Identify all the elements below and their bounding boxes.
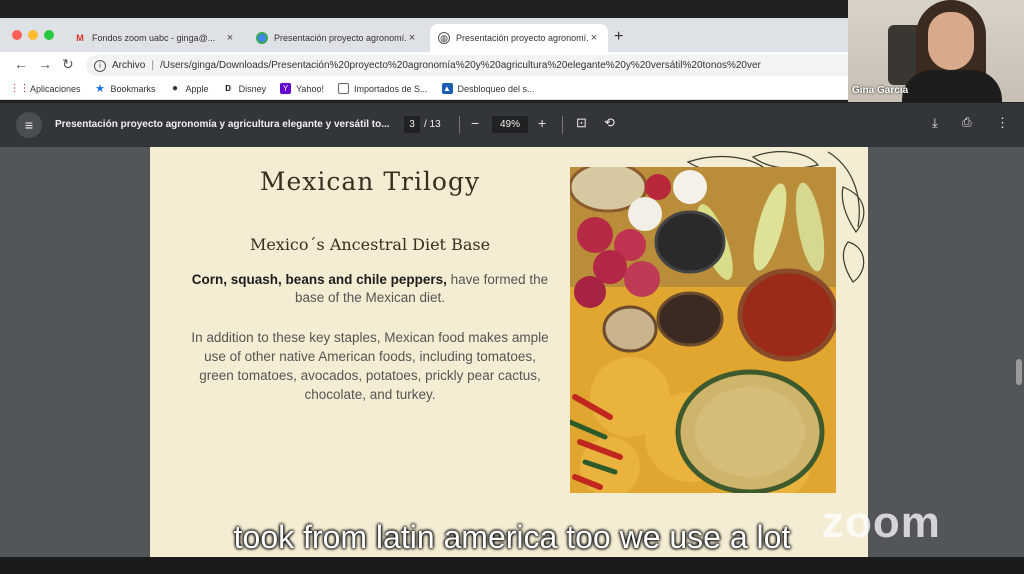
toolbar-divider	[459, 116, 460, 134]
tab-gmail[interactable]: M Fondos zoom uabc - ginga@... ×	[66, 24, 244, 52]
zoom-in-icon[interactable]: +	[538, 115, 546, 131]
vertical-scrollbar[interactable]	[1016, 359, 1022, 385]
bookmark-importados[interactable]: Importados de S...	[337, 83, 428, 94]
bookmark-label: Importados de S...	[353, 83, 428, 94]
bookmark-disney[interactable]: D Disney	[223, 83, 267, 94]
slide-paragraph: In addition to these key staples, Mexica…	[191, 330, 549, 402]
minimize-window-button[interactable]	[28, 30, 38, 40]
live-caption: took from latin america too we use a lot	[233, 519, 791, 555]
star-icon: ★	[95, 83, 105, 95]
address-separator: |	[151, 60, 154, 71]
page-number-input[interactable]: 3	[404, 116, 420, 133]
food-photo	[570, 167, 836, 493]
bookmark-yahoo[interactable]: Y Yahoo!	[280, 83, 324, 94]
lead-bold-text: Corn, squash, beans and chile peppers,	[191, 272, 447, 287]
globe-icon: ◍	[438, 32, 450, 44]
more-options-icon[interactable]: ⋮	[996, 115, 1009, 131]
reload-icon[interactable]: ↻	[62, 56, 74, 73]
zoom-level-input[interactable]: 49%	[492, 116, 528, 133]
pdf-document-area[interactable]: Mexican Trilogy Mexico´s Ancestral Diet …	[0, 147, 1024, 557]
chrome-icon	[256, 32, 268, 44]
bookmark-aplicaciones[interactable]: ⋮⋮ Aplicaciones	[9, 83, 81, 94]
browser-tab-bar: M Fondos zoom uabc - ginga@... × Present…	[0, 18, 848, 52]
address-url: /Users/ginga/Downloads/Presentación%20pr…	[159, 60, 761, 71]
tab-title: Fondos zoom uabc - ginga@...	[92, 33, 216, 43]
slide-lead-text: Corn, squash, beans and chile peppers, h…	[190, 271, 550, 307]
slide-title: Mexican Trilogy	[259, 167, 481, 196]
tab-presentation[interactable]: Presentación proyecto agronomí... ×	[248, 24, 426, 52]
participant-face	[928, 12, 974, 70]
zoom-out-icon[interactable]: −	[471, 115, 479, 131]
toolbar-divider	[562, 116, 563, 134]
bookmark-apple[interactable]: ● Apple	[170, 83, 209, 94]
bookmark-label: Yahoo!	[296, 83, 324, 94]
bookmark-desbloqueo[interactable]: ▲ Desbloqueo del s...	[441, 83, 535, 94]
browser-toolbar: ← → ↻ i Archivo | /Users/ginga/Downloads…	[0, 52, 848, 78]
bookmark-label: Aplicaciones	[30, 83, 81, 94]
back-arrow-icon[interactable]: ←	[14, 56, 28, 72]
app-icon: ▲	[441, 83, 453, 94]
bookmark-label: Apple	[185, 83, 209, 94]
address-scheme: Archivo	[112, 60, 146, 71]
yahoo-icon: Y	[280, 83, 292, 94]
bookmark-label: Desbloqueo del s...	[457, 83, 535, 94]
document-title: Presentación proyecto agronomía y agricu…	[55, 119, 390, 130]
close-tab-icon[interactable]: ×	[406, 32, 418, 44]
slide-page: Mexican Trilogy Mexico´s Ancestral Diet …	[150, 147, 868, 557]
folder-icon	[337, 83, 349, 94]
pdf-viewer-toolbar: ≡ Presentación proyecto agronomía y agri…	[0, 103, 1024, 147]
bookmark-label: Bookmarks	[110, 83, 156, 94]
tab-presentation-active[interactable]: ◍ Presentación proyecto agronomí... ×	[430, 24, 608, 52]
apps-grid-icon: ⋮⋮	[9, 83, 30, 94]
close-window-button[interactable]	[12, 30, 22, 40]
slide-subtitle: Mexico´s Ancestral Diet Base	[249, 235, 491, 254]
bottom-bar	[0, 557, 1024, 574]
participant-video-tile[interactable]: Gina García	[848, 0, 1024, 102]
bookmarks-bar: ⋮⋮ Aplicaciones ★ Bookmarks ● Apple D Di…	[0, 78, 848, 100]
tab-title: Presentación proyecto agronomí...	[274, 33, 406, 43]
zoom-screen-share: M Fondos zoom uabc - ginga@... × Present…	[0, 0, 1024, 574]
close-tab-icon[interactable]: ×	[588, 32, 600, 44]
disney-icon: D	[225, 84, 231, 93]
gmail-icon: M	[76, 33, 84, 43]
maximize-window-button[interactable]	[44, 30, 54, 40]
print-icon[interactable]: ⎙	[962, 115, 972, 130]
bookmark-bookmarks[interactable]: ★ Bookmarks	[95, 83, 156, 95]
participant-body	[902, 70, 1002, 102]
tab-title: Presentación proyecto agronomí...	[456, 33, 588, 43]
apple-icon: ●	[172, 83, 179, 94]
close-tab-icon[interactable]: ×	[224, 32, 236, 44]
download-icon[interactable]: ⤓	[932, 115, 938, 131]
fit-to-page-icon[interactable]: ⊡	[576, 115, 587, 131]
page-total: / 13	[424, 119, 441, 130]
new-tab-button[interactable]: +	[614, 28, 623, 46]
forward-arrow-icon[interactable]: →	[38, 56, 52, 72]
bookmark-label: Disney	[238, 83, 267, 94]
menu-icon[interactable]: ≡	[16, 112, 42, 138]
rotate-icon[interactable]: ⟲	[604, 115, 615, 131]
address-bar[interactable]: i Archivo | /Users/ginga/Downloads/Prese…	[86, 55, 848, 76]
info-icon[interactable]: i	[94, 59, 106, 72]
participant-name: Gina García	[852, 85, 909, 96]
